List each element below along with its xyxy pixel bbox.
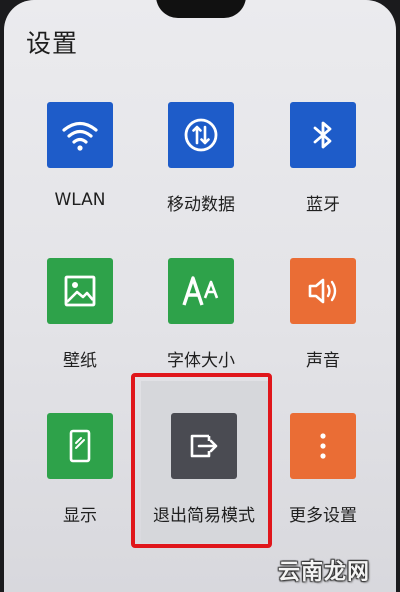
bluetooth-icon xyxy=(290,102,356,168)
tile-bluetooth[interactable]: 蓝牙 xyxy=(263,102,383,242)
wifi-icon xyxy=(47,102,113,168)
wallpaper-icon xyxy=(47,258,113,324)
tile-display[interactable]: 显示 xyxy=(20,413,140,553)
tile-label: 显示 xyxy=(63,506,97,526)
tile-mobile-data[interactable]: 移动数据 xyxy=(141,102,261,242)
more-icon xyxy=(290,413,356,479)
tile-label: 蓝牙 xyxy=(306,195,340,215)
settings-screen: 设置 WLAN 移动数据 蓝牙 壁纸 字体大小 声音 显示 退出简易模式 更多设… xyxy=(4,0,396,592)
sound-icon xyxy=(290,258,356,324)
tile-label: 声音 xyxy=(306,351,340,371)
tile-label: 更多设置 xyxy=(289,506,357,526)
mobile-data-icon xyxy=(168,102,234,168)
tile-more-settings[interactable]: 更多设置 xyxy=(263,413,383,553)
highlight-box xyxy=(131,373,272,548)
watermark: 云南龙网 xyxy=(277,560,370,585)
tile-label: WLAN xyxy=(54,190,106,210)
tile-label: 移动数据 xyxy=(167,195,235,215)
camera-notch xyxy=(156,0,246,18)
tile-wallpaper[interactable]: 壁纸 xyxy=(20,258,140,398)
tile-label: 字体大小 xyxy=(167,351,235,371)
page-title: 设置 xyxy=(26,29,79,58)
display-icon xyxy=(47,413,113,479)
tile-label: 壁纸 xyxy=(63,351,97,371)
tile-wlan[interactable]: WLAN xyxy=(20,102,140,242)
font-size-icon xyxy=(168,258,234,324)
tile-sound[interactable]: 声音 xyxy=(263,258,383,398)
